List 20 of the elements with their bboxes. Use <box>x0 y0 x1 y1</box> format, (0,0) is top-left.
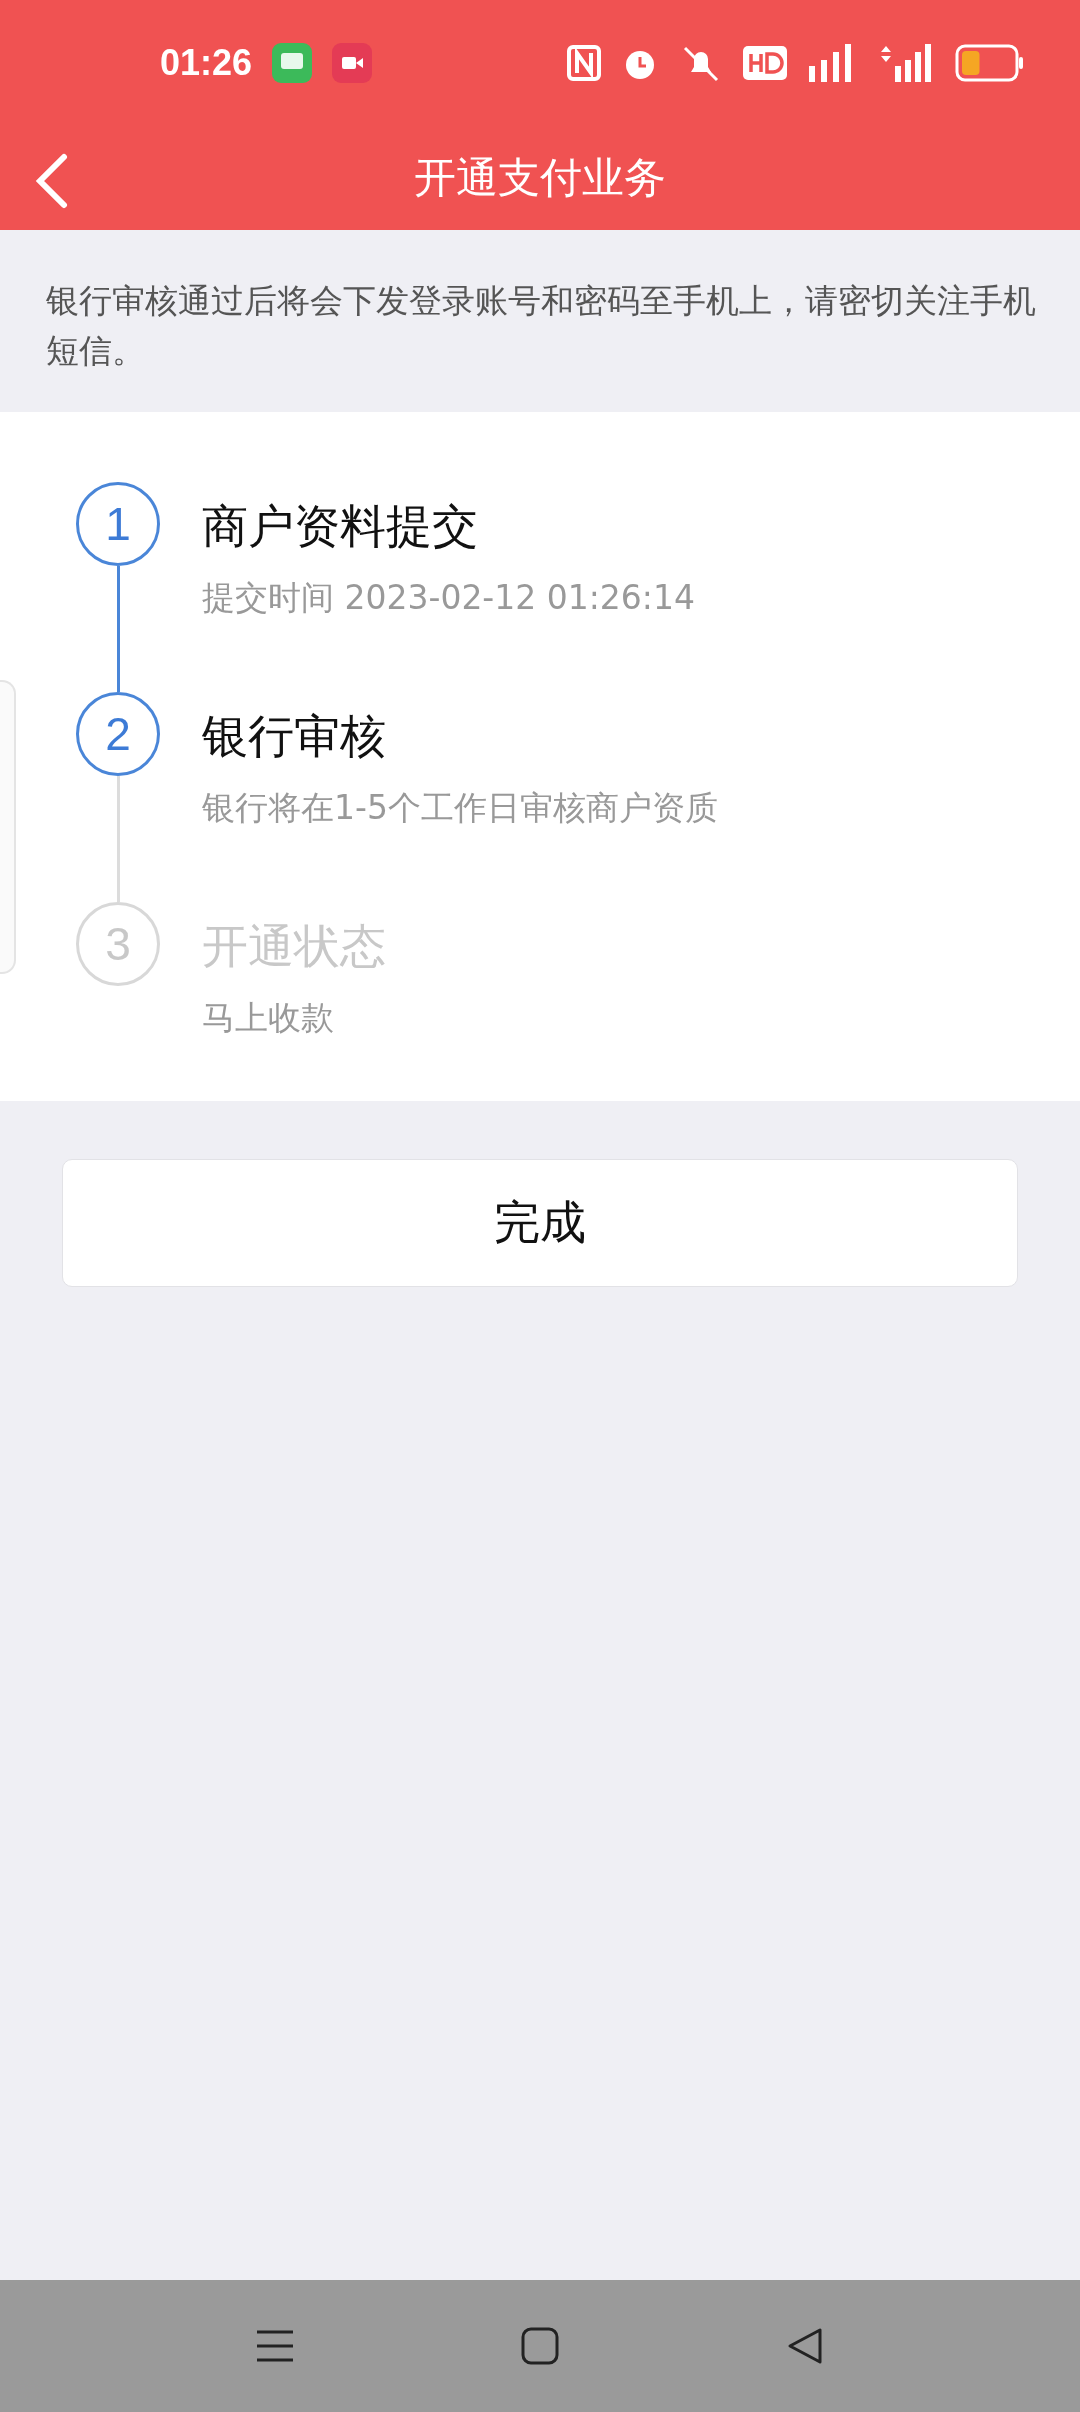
done-button[interactable]: 完成 <box>62 1159 1018 1287</box>
back-icon[interactable] <box>34 153 68 209</box>
status-time: 01:26 <box>160 41 253 84</box>
hd-icon <box>743 45 787 80</box>
step-subtitle: 银行将在1-5个工作日审核商户资质 <box>202 787 718 829</box>
video-app-icon <box>332 42 373 83</box>
page-title: 开通支付业务 <box>414 151 666 204</box>
home-icon[interactable] <box>520 2326 560 2366</box>
step-number: 2 <box>76 692 160 776</box>
step-title: 银行审核 <box>202 708 387 765</box>
notice-text: 银行审核通过后将会下发登录账号和密码至手机上，请密切关注手机短信。 <box>45 280 1037 372</box>
step-subtitle: 提交时间 2023-02-12 01:26:14 <box>202 577 695 619</box>
edge-handle[interactable] <box>0 680 16 974</box>
step-subtitle: 马上收款 <box>202 997 335 1039</box>
nfc-icon <box>567 44 601 81</box>
battery-icon <box>955 43 1025 82</box>
step-title: 商户资料提交 <box>202 498 479 555</box>
chat-app-icon <box>272 42 313 83</box>
menu-icon[interactable] <box>255 2328 295 2364</box>
step-number: 1 <box>76 482 160 566</box>
